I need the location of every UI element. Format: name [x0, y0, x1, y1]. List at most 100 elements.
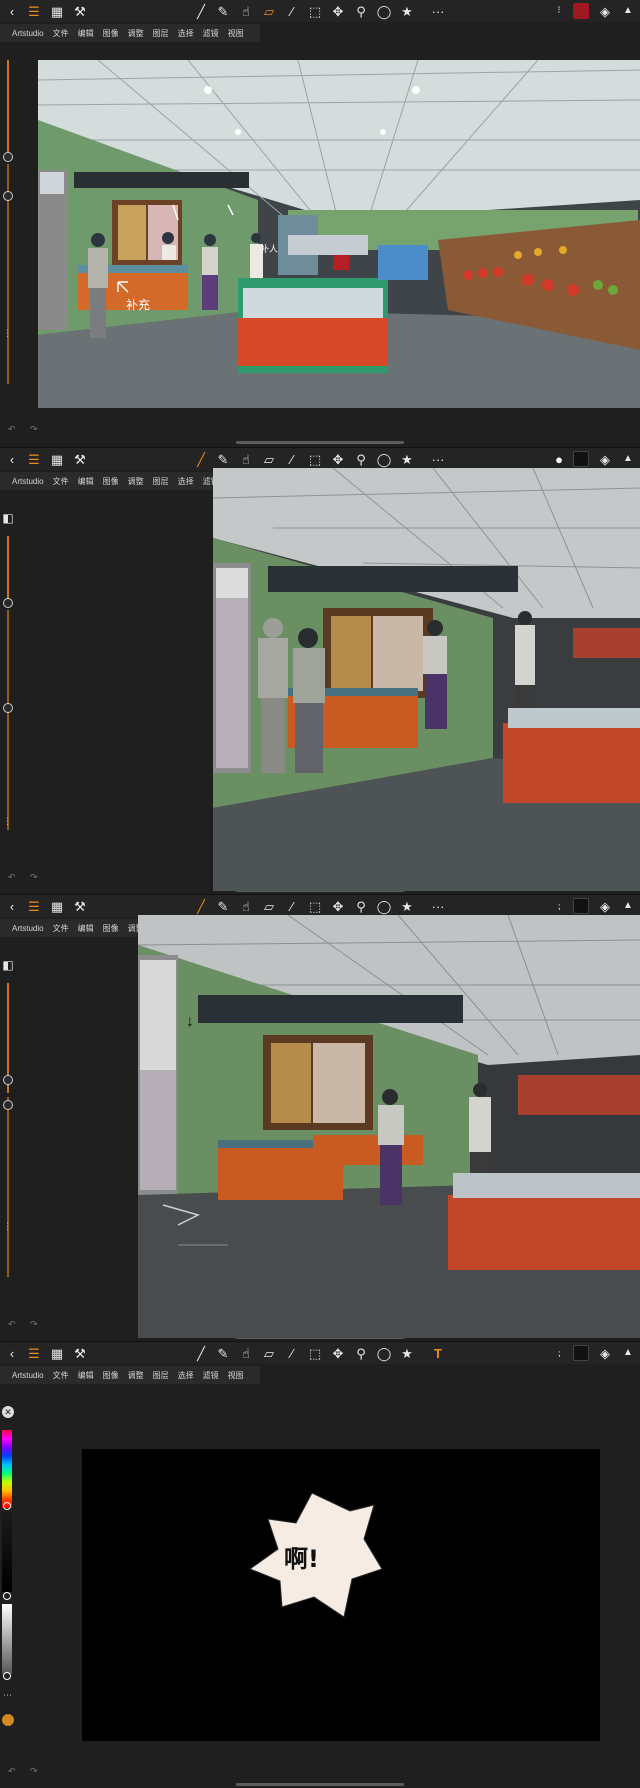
menu-edit[interactable]: 编辑: [78, 923, 94, 934]
size-slider-track[interactable]: [7, 536, 9, 606]
shade-slider[interactable]: [2, 1512, 12, 1592]
caret-up-icon[interactable]: ▲: [620, 1345, 636, 1361]
move-icon[interactable]: ✥: [330, 3, 346, 19]
menu-adjust[interactable]: 调整: [128, 28, 144, 39]
panel-toggle-icon[interactable]: ◧: [0, 510, 16, 526]
eyedropper-icon[interactable]: ⁄: [284, 1345, 300, 1361]
eyedropper-icon[interactable]: ⁄: [284, 3, 300, 19]
eyedropper-icon[interactable]: ⁄: [284, 898, 300, 914]
chevron-left-icon[interactable]: ‹: [4, 3, 20, 19]
opacity-slider-track[interactable]: [7, 610, 9, 830]
menu-image[interactable]: 图像: [103, 923, 119, 934]
hue-slider-knob[interactable]: [3, 1502, 11, 1510]
opacity-slider-knob[interactable]: [3, 191, 13, 201]
redo-icon[interactable]: ↷: [30, 1766, 38, 1777]
opacity-slider[interactable]: [2, 1604, 12, 1674]
primary-color-swatch[interactable]: [573, 451, 589, 467]
opacity-slider-knob[interactable]: [3, 703, 13, 713]
chevron-left-icon[interactable]: ‹: [4, 1345, 20, 1361]
grid-icon[interactable]: ▦: [49, 898, 65, 914]
wrench-icon[interactable]: ⚒: [72, 451, 88, 467]
menu-select[interactable]: 选择: [178, 1370, 194, 1381]
marquee-select-icon[interactable]: ⬚: [307, 1345, 323, 1361]
layers-icon[interactable]: ◈: [597, 1345, 613, 1361]
size-slider-knob[interactable]: [3, 1075, 13, 1085]
color-wheel-icon[interactable]: [2, 1714, 14, 1726]
grid-icon[interactable]: ▦: [49, 451, 65, 467]
paintbrush-icon[interactable]: ╱: [193, 898, 209, 914]
zoom-icon[interactable]: ⚲: [353, 3, 369, 19]
menu-file[interactable]: 文件: [53, 476, 69, 487]
menu-file[interactable]: 文件: [53, 923, 69, 934]
eraser-icon[interactable]: ▱: [261, 1345, 277, 1361]
lasso-icon[interactable]: ◯: [376, 1345, 392, 1361]
brush-preview-icon[interactable]: ●: [551, 451, 567, 467]
grid-icon[interactable]: ▦: [49, 1345, 65, 1361]
wrench-icon[interactable]: ⚒: [72, 898, 88, 914]
menu-select[interactable]: 选择: [178, 28, 194, 39]
paintbrush-icon[interactable]: ╱: [193, 1345, 209, 1361]
menu-edit[interactable]: 编辑: [78, 476, 94, 487]
menu-image[interactable]: 图像: [103, 1370, 119, 1381]
marquee-select-icon[interactable]: ⬚: [307, 898, 323, 914]
menu-image[interactable]: 图像: [103, 476, 119, 487]
opacity-slider-track[interactable]: [7, 1097, 9, 1277]
more-vertical-icon[interactable]: ⁏: [551, 1345, 567, 1361]
pencil-icon[interactable]: ✎: [215, 898, 231, 914]
undo-icon[interactable]: ↶: [8, 1766, 16, 1777]
star-icon[interactable]: ★: [399, 3, 415, 19]
menu-view[interactable]: 视图: [228, 28, 244, 39]
hamburger-icon[interactable]: ☰: [26, 3, 42, 19]
more-icon[interactable]: ···: [430, 3, 446, 19]
marquee-select-icon[interactable]: ⬚: [307, 3, 323, 19]
marquee-select-icon[interactable]: ⬚: [307, 451, 323, 467]
wrench-icon[interactable]: ⚒: [72, 3, 88, 19]
star-icon[interactable]: ★: [399, 898, 415, 914]
hamburger-icon[interactable]: ☰: [26, 451, 42, 467]
artwork-canvas[interactable]: 补充 补人: [38, 60, 640, 408]
caret-up-icon[interactable]: ▲: [620, 451, 636, 467]
eraser-icon[interactable]: ▱: [261, 451, 277, 467]
redo-icon[interactable]: ↷: [30, 872, 38, 883]
menu-adjust[interactable]: 调整: [128, 1370, 144, 1381]
size-slider-knob[interactable]: [3, 152, 13, 162]
layers-icon[interactable]: ◈: [597, 3, 613, 19]
zoom-icon[interactable]: ⚲: [353, 898, 369, 914]
undo-icon[interactable]: ↶: [8, 872, 16, 883]
zoom-icon[interactable]: ⚲: [353, 1345, 369, 1361]
star-icon[interactable]: ★: [399, 451, 415, 467]
close-icon[interactable]: ✕: [2, 1406, 14, 1418]
menu-adjust[interactable]: 调整: [128, 476, 144, 487]
menu-edit[interactable]: 编辑: [78, 1370, 94, 1381]
lasso-icon[interactable]: ◯: [376, 451, 392, 467]
more-icon[interactable]: ⋯: [3, 1690, 12, 1701]
menu-select[interactable]: 选择: [178, 476, 194, 487]
artwork-canvas[interactable]: 啊!: [82, 1449, 600, 1741]
undo-icon[interactable]: ↶: [8, 1319, 16, 1330]
opacity-slider-knob[interactable]: [3, 1672, 11, 1680]
undo-icon[interactable]: ↶: [8, 424, 16, 435]
brush-preview-icon[interactable]: ⁏: [551, 898, 567, 914]
panel-toggle-icon[interactable]: ◧: [0, 957, 16, 973]
hamburger-icon[interactable]: ☰: [26, 898, 42, 914]
layers-icon[interactable]: ◈: [597, 451, 613, 467]
smudge-icon[interactable]: ☝: [238, 3, 254, 19]
menu-file[interactable]: 文件: [53, 28, 69, 39]
lasso-icon[interactable]: ◯: [376, 3, 392, 19]
menu-layer[interactable]: 图层: [153, 28, 169, 39]
chevron-left-icon[interactable]: ‹: [4, 451, 20, 467]
shade-slider-knob[interactable]: [3, 1592, 11, 1600]
move-icon[interactable]: ✥: [330, 898, 346, 914]
grid-icon[interactable]: ▦: [49, 3, 65, 19]
caret-up-icon[interactable]: ▲: [620, 3, 636, 19]
menu-artstudio[interactable]: Artstudio: [12, 924, 44, 933]
menu-image[interactable]: 图像: [103, 28, 119, 39]
move-icon[interactable]: ✥: [330, 1345, 346, 1361]
hue-slider[interactable]: [2, 1430, 12, 1508]
more-icon[interactable]: ···: [430, 898, 446, 914]
menu-file[interactable]: 文件: [53, 1370, 69, 1381]
eyedropper-icon[interactable]: ⁄: [284, 451, 300, 467]
more-icon[interactable]: ⋮: [3, 328, 12, 339]
paintbrush-icon[interactable]: ╱: [193, 451, 209, 467]
move-icon[interactable]: ✥: [330, 451, 346, 467]
